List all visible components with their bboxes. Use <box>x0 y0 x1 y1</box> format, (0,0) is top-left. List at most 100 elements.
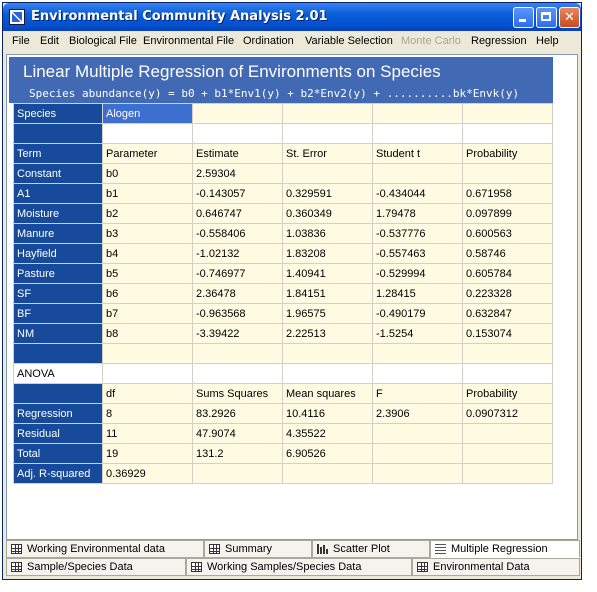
column-header[interactable]: Student t <box>372 143 463 164</box>
grid-cell[interactable]: 83.2926 <box>192 403 283 424</box>
grid-cell[interactable] <box>282 363 373 384</box>
grid-cell[interactable] <box>102 363 193 384</box>
grid-cell[interactable] <box>192 343 283 364</box>
grid-cell[interactable]: -3.39422 <box>192 323 283 344</box>
grid-cell[interactable]: -0.537776 <box>372 223 463 244</box>
grid-cell[interactable]: 0.646747 <box>192 203 283 224</box>
column-header[interactable]: Probability <box>462 383 553 404</box>
grid-cell[interactable]: 2.36478 <box>192 283 283 304</box>
grid-cell[interactable]: b3 <box>102 223 193 244</box>
grid-cell[interactable]: 8 <box>102 403 193 424</box>
grid-cell[interactable] <box>282 163 373 184</box>
grid-cell[interactable]: 1.40941 <box>282 263 373 284</box>
grid-cell[interactable]: -0.434044 <box>372 183 463 204</box>
grid-cell[interactable]: 0.097899 <box>462 203 553 224</box>
grid-cell[interactable] <box>372 163 463 184</box>
grid-cell[interactable] <box>282 103 373 124</box>
grid-cell[interactable] <box>102 343 193 364</box>
column-header[interactable]: Sums Squares <box>192 383 283 404</box>
grid-cell[interactable]: 2.3906 <box>372 403 463 424</box>
grid-cell[interactable]: -1.02132 <box>192 243 283 264</box>
grid-cell[interactable]: 47.9074 <box>192 423 283 444</box>
tab-working-environmental-data[interactable]: Working Environmental data <box>6 540 204 558</box>
menu-edit[interactable]: Edit <box>40 35 59 47</box>
grid-cell[interactable]: 0.36929 <box>102 463 193 484</box>
grid-cell[interactable] <box>462 103 553 124</box>
grid-cell[interactable]: 0.0907312 <box>462 403 553 424</box>
grid-cell[interactable] <box>462 163 553 184</box>
grid-cell[interactable]: b2 <box>102 203 193 224</box>
column-header[interactable]: St. Error <box>282 143 373 164</box>
menu-variable-selection[interactable]: Variable Selection <box>305 35 393 47</box>
grid-cell[interactable] <box>282 463 373 484</box>
grid-cell[interactable]: -1.5254 <box>372 323 463 344</box>
tab-summary[interactable]: Summary <box>204 540 312 558</box>
column-header[interactable]: df <box>102 383 193 404</box>
grid-cell[interactable]: 0.671958 <box>462 183 553 204</box>
close-button[interactable]: ✕ <box>559 7 580 28</box>
title-bar[interactable]: Environmental Community Analysis 2.01 ✕ <box>3 3 581 31</box>
grid-cell[interactable] <box>372 443 463 464</box>
grid-cell[interactable]: 11 <box>102 423 193 444</box>
menu-environmental-file[interactable]: Environmental File <box>143 35 234 47</box>
grid-cell[interactable]: b6 <box>102 283 193 304</box>
grid-cell[interactable]: 4.35522 <box>282 423 373 444</box>
grid-cell[interactable]: -0.557463 <box>372 243 463 264</box>
column-header[interactable]: Probability <box>462 143 553 164</box>
grid-cell[interactable] <box>192 103 283 124</box>
tab-scatter-plot[interactable]: Scatter Plot <box>312 540 430 558</box>
grid-cell[interactable]: 0.329591 <box>282 183 373 204</box>
grid-cell[interactable]: 0.600563 <box>462 223 553 244</box>
grid-cell[interactable]: 1.28415 <box>372 283 463 304</box>
grid-cell[interactable] <box>192 463 283 484</box>
grid-cell[interactable] <box>462 443 553 464</box>
grid-cell[interactable]: -0.746977 <box>192 263 283 284</box>
grid-cell[interactable]: -0.558406 <box>192 223 283 244</box>
grid-cell[interactable]: b4 <box>102 243 193 264</box>
grid-cell[interactable] <box>282 343 373 364</box>
column-header[interactable]: F <box>372 383 463 404</box>
grid-cell[interactable] <box>462 123 553 144</box>
grid-cell[interactable]: 1.03836 <box>282 223 373 244</box>
grid-cell[interactable]: -0.490179 <box>372 303 463 324</box>
grid-cell[interactable]: 2.59304 <box>192 163 283 184</box>
grid-cell[interactable]: 1.96575 <box>282 303 373 324</box>
menu-regression[interactable]: Regression <box>471 35 527 47</box>
grid-cell[interactable] <box>192 363 283 384</box>
grid-cell[interactable] <box>462 343 553 364</box>
grid-cell[interactable]: 0.153074 <box>462 323 553 344</box>
grid-cell[interactable] <box>372 123 463 144</box>
anova-label[interactable]: ANOVA <box>13 363 103 384</box>
species-value-cell[interactable]: Alogen <box>102 103 193 124</box>
grid-cell[interactable] <box>462 363 553 384</box>
grid-cell[interactable]: 0.632847 <box>462 303 553 324</box>
grid-cell[interactable]: 1.84151 <box>282 283 373 304</box>
minimize-button[interactable] <box>513 7 534 28</box>
grid-cell[interactable]: b1 <box>102 183 193 204</box>
grid-cell[interactable]: 0.605784 <box>462 263 553 284</box>
grid-cell[interactable] <box>102 123 193 144</box>
grid-cell[interactable] <box>372 103 463 124</box>
menu-biological-file[interactable]: Biological File <box>69 35 137 47</box>
grid-cell[interactable]: 0.58746 <box>462 243 553 264</box>
grid-cell[interactable] <box>372 363 463 384</box>
grid-cell[interactable]: b8 <box>102 323 193 344</box>
grid-cell[interactable]: b7 <box>102 303 193 324</box>
menu-file[interactable]: File <box>12 35 30 47</box>
grid-cell[interactable] <box>372 463 463 484</box>
grid-cell[interactable]: 2.22513 <box>282 323 373 344</box>
grid-cell[interactable] <box>462 423 553 444</box>
grid-cell[interactable]: 1.83208 <box>282 243 373 264</box>
column-header[interactable]: Mean squares <box>282 383 373 404</box>
grid-cell[interactable]: -0.143057 <box>192 183 283 204</box>
grid-cell[interactable] <box>462 463 553 484</box>
grid-cell[interactable]: -0.529994 <box>372 263 463 284</box>
grid-cell[interactable]: 0.223328 <box>462 283 553 304</box>
grid-cell[interactable] <box>192 123 283 144</box>
grid-cell[interactable]: 1.79478 <box>372 203 463 224</box>
column-header[interactable]: Estimate <box>192 143 283 164</box>
grid-cell[interactable]: 131.2 <box>192 443 283 464</box>
grid-cell[interactable]: b5 <box>102 263 193 284</box>
grid-cell[interactable]: 0.360349 <box>282 203 373 224</box>
grid-cell[interactable]: 19 <box>102 443 193 464</box>
